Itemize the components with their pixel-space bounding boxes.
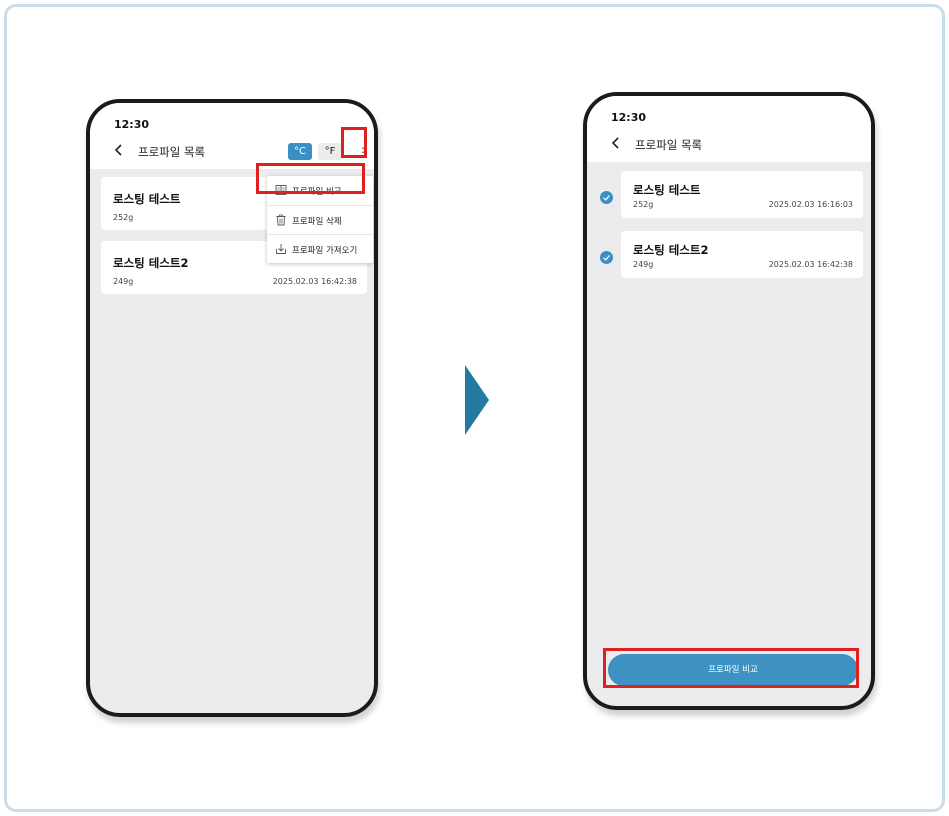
- status-time: 12:30: [114, 118, 150, 131]
- chevron-left-icon[interactable]: [609, 136, 623, 150]
- arrow-right-icon: [465, 365, 489, 435]
- status-time: 12:30: [611, 111, 647, 124]
- phone-screen-profile-select: 12:30 프로파일 목록 로스팅 테스트 252g 2025.02.03 16…: [583, 92, 875, 710]
- overflow-menu: 프로파일 비교 프로파일 삭제 프로파일 가져오기: [267, 176, 373, 263]
- profile-name: 로스팅 테스트: [633, 183, 701, 197]
- figure-frame: 12:30 프로파일 목록 °C °F ⋮ 로스팅 테스트 252g 로스팅 테…: [4, 4, 945, 812]
- profile-name: 로스팅 테스트: [113, 192, 181, 206]
- phone-screen-profile-list: 12:30 프로파일 목록 °C °F ⋮ 로스팅 테스트 252g 로스팅 테…: [86, 99, 378, 717]
- more-vertical-icon[interactable]: ⋮: [357, 143, 369, 161]
- page-title: 프로파일 목록: [138, 145, 206, 159]
- menu-item-label: 프로파일 가져오기: [292, 246, 358, 256]
- profile-card[interactable]: 로스팅 테스트 252g 2025.02.03 16:16:03: [621, 171, 863, 218]
- page-title: 프로파일 목록: [635, 138, 703, 152]
- profile-card[interactable]: 로스팅 테스트2 249g 2025.02.03 16:42:38: [621, 231, 863, 278]
- checkbox-checked[interactable]: [600, 251, 613, 264]
- menu-item-compare[interactable]: 프로파일 비교: [267, 176, 373, 205]
- profile-name: 로스팅 테스트2: [633, 243, 709, 257]
- menu-item-delete[interactable]: 프로파일 삭제: [267, 205, 373, 234]
- check-icon: [603, 195, 610, 201]
- profile-name: 로스팅 테스트2: [113, 256, 189, 270]
- profile-date: 2025.02.03 16:42:38: [768, 260, 853, 269]
- menu-item-import[interactable]: 프로파일 가져오기: [267, 234, 373, 263]
- profile-weight: 252g: [633, 200, 654, 209]
- unit-celsius-button[interactable]: °C: [288, 143, 312, 160]
- menu-item-label: 프로파일 비교: [292, 187, 342, 197]
- checkbox-checked[interactable]: [600, 191, 613, 204]
- import-icon: [276, 244, 286, 254]
- menu-item-label: 프로파일 삭제: [292, 217, 342, 227]
- profile-weight: 249g: [113, 277, 134, 286]
- chevron-left-icon[interactable]: [112, 143, 126, 157]
- profile-weight: 249g: [633, 260, 654, 269]
- app-bar: 12:30 프로파일 목록 °C °F ⋮: [90, 103, 374, 169]
- compare-button[interactable]: 프로파일 비교: [608, 654, 858, 686]
- trash-icon: [276, 214, 286, 226]
- unit-fahrenheit-button[interactable]: °F: [318, 143, 342, 160]
- profile-date: 2025.02.03 16:42:38: [272, 277, 357, 286]
- compare-icon: [275, 185, 287, 195]
- app-bar: 12:30 프로파일 목록: [587, 96, 871, 162]
- profile-date: 2025.02.03 16:16:03: [768, 200, 853, 209]
- profile-weight: 252g: [113, 213, 134, 222]
- check-icon: [603, 255, 610, 261]
